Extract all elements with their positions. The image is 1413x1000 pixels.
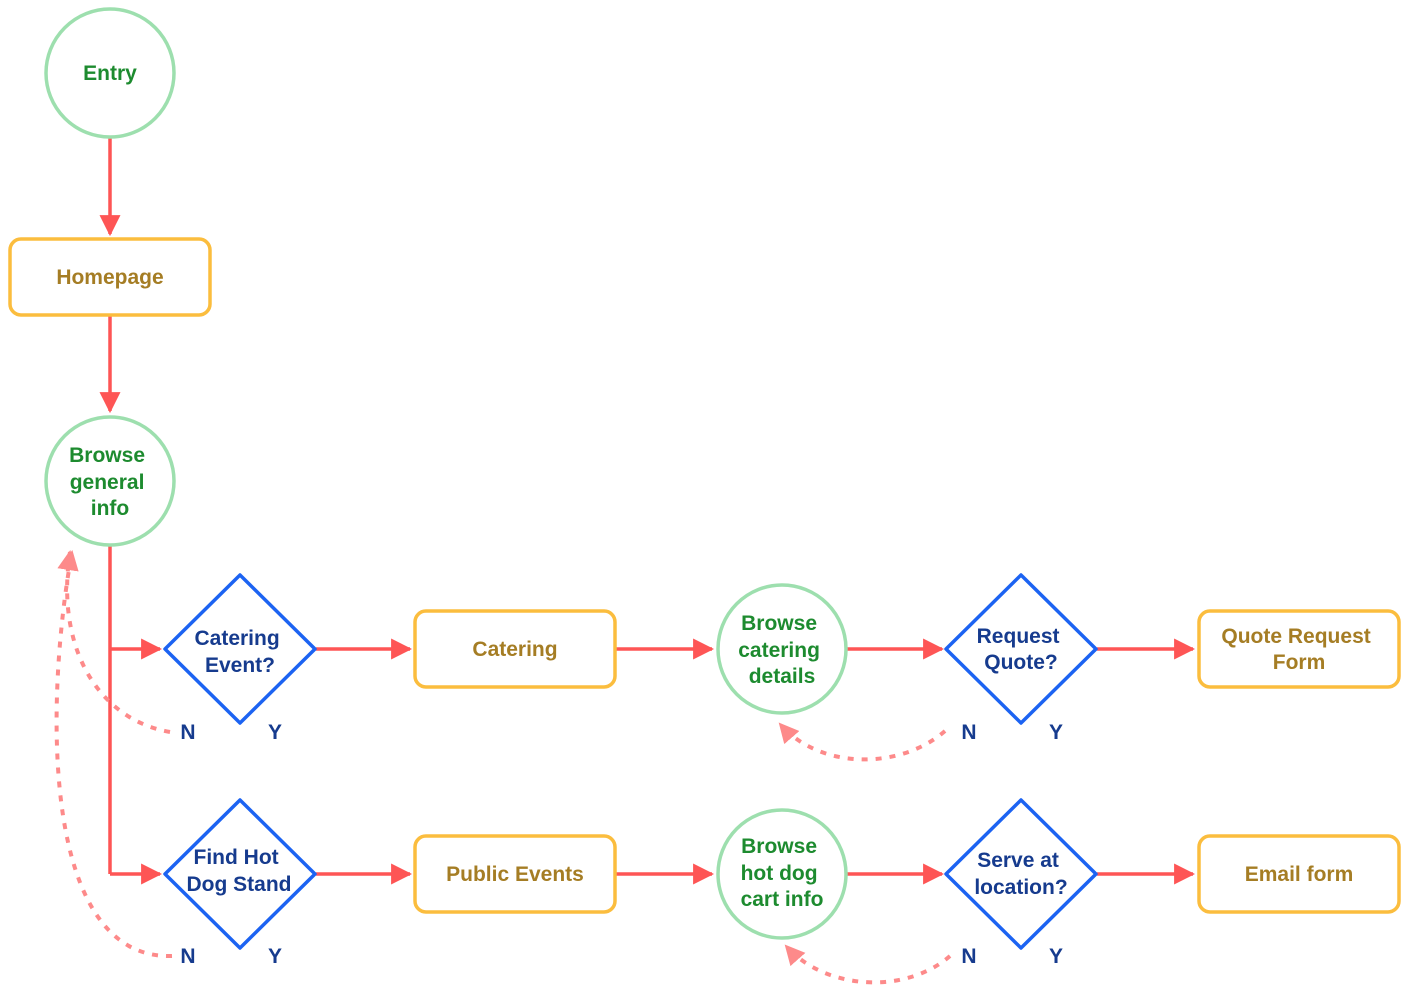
node-catering: Catering (413, 609, 617, 689)
node-label: Browse catering details (738, 612, 826, 688)
no-label: N (180, 945, 195, 968)
node-label: Homepage (56, 266, 163, 289)
node-entry: Entry (44, 7, 176, 139)
node-serve-location: Serve at location? (944, 798, 1098, 950)
node-homepage: Homepage (8, 237, 212, 317)
node-browse-catering: Browse catering details (716, 583, 848, 715)
node-browse-cart: Browse hot dog cart info (716, 808, 848, 940)
node-label: Browse hot dog cart info (741, 835, 824, 911)
return-no-catering-event (57, 550, 171, 734)
no-label: N (961, 945, 976, 968)
node-catering-event: Catering Event? (163, 573, 317, 725)
node-public-events: Public Events (413, 834, 617, 914)
branch-labels: N Y N Y N Y N Y (180, 721, 1063, 968)
node-label: Catering (472, 638, 557, 661)
node-email-form: Email form (1197, 834, 1401, 914)
yes-label: Y (1049, 945, 1063, 968)
node-find-stand: Find Hot Dog Stand (163, 798, 317, 950)
no-label: N (180, 721, 195, 744)
node-browse-general: Browse general info (44, 415, 176, 547)
node-quote-form: Quote Request Form (1197, 609, 1401, 689)
yes-label: Y (1049, 721, 1063, 744)
yes-label: Y (268, 945, 282, 968)
no-label: N (961, 721, 976, 744)
user-flow-diagram: Entry Homepage Browse general info Cater… (8, 7, 1401, 985)
yes-label: Y (268, 721, 282, 744)
return-no-serve-location (784, 944, 952, 985)
node-request-quote: Request Quote? (944, 573, 1098, 725)
flow-arrows (99, 138, 1196, 885)
node-label: Public Events (446, 863, 584, 886)
return-no-find-stand (54, 550, 173, 959)
return-no-request-quote (778, 722, 947, 762)
node-label: Email form (1245, 863, 1354, 886)
node-label: Entry (83, 62, 137, 85)
